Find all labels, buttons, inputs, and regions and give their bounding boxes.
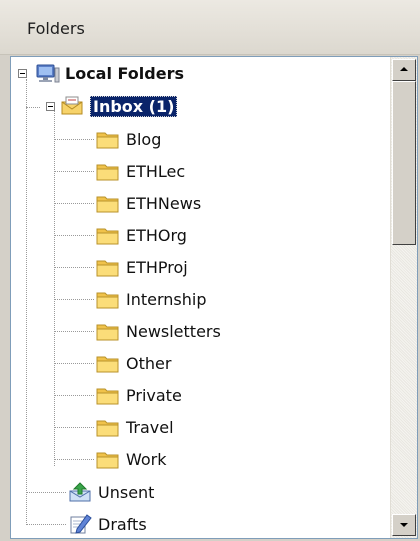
tree-item-newsletters[interactable]: Newsletters — [95, 317, 221, 345]
outbox-icon — [69, 482, 91, 502]
collapse-local-folders-button[interactable] — [18, 69, 27, 78]
tree-item-label: Other — [126, 353, 172, 373]
tree-item-inbox[interactable]: Inbox (1) — [59, 92, 178, 120]
collapse-inbox-button[interactable] — [46, 102, 55, 111]
tree-item-unsent[interactable]: Unsent — [67, 478, 154, 506]
tree-item-label: ETHProj — [126, 257, 188, 277]
folder-icon — [95, 128, 121, 150]
tree-branch — [54, 459, 94, 460]
folders-header: Folders — [0, 0, 420, 55]
tree-item-ethproj[interactable]: ETHProj — [95, 253, 188, 281]
tree-item-blog[interactable]: Blog — [95, 125, 161, 153]
tree-item-work[interactable]: Work — [95, 445, 167, 473]
tree-branch — [54, 139, 94, 140]
tree-item-other[interactable]: Other — [95, 349, 171, 377]
tree-item-label: ETHOrg — [126, 225, 187, 245]
tree-item-label: Blog — [126, 129, 162, 149]
tree-item-private[interactable]: Private — [95, 381, 182, 409]
tree-branch — [54, 395, 94, 396]
tree-branch-drafts — [26, 524, 66, 525]
tree-branch — [54, 235, 94, 236]
tree-item-label: Unsent — [98, 482, 155, 502]
tree-line-root — [26, 79, 27, 525]
folders-header-title: Folders — [27, 19, 85, 38]
tree-branch — [54, 331, 94, 332]
folder-tree-pane: Local Folders Inbox (1) Blog ETHLec ETHN… — [10, 56, 418, 539]
tree-item-label: Travel — [126, 417, 174, 437]
tree-branch — [54, 363, 94, 364]
tree-branch — [54, 267, 94, 268]
tree-item-drafts[interactable]: Drafts — [67, 510, 147, 538]
tree-branch — [54, 299, 94, 300]
folder-icon — [95, 384, 121, 406]
tree-item-label: Inbox (1) — [90, 95, 178, 117]
tree-item-label: Private — [126, 385, 182, 405]
scrollbar-thumb[interactable] — [392, 81, 416, 245]
tree-item-local-folders[interactable]: Local Folders — [34, 59, 184, 87]
tree-item-label: Internship — [126, 289, 207, 309]
tree-item-label: ETHLec — [126, 161, 186, 181]
folder-icon — [95, 224, 121, 246]
tree-item-internship[interactable]: Internship — [95, 285, 207, 313]
folder-icon — [95, 416, 121, 438]
tree-item-label: Work — [126, 449, 167, 469]
folder-icon — [95, 192, 121, 214]
folder-icon — [95, 352, 121, 374]
tree-item-label: Newsletters — [126, 321, 221, 341]
tree-branch-unsent — [26, 492, 66, 493]
tree-item-label: Local Folders — [65, 63, 184, 83]
tree-branch — [54, 427, 94, 428]
tree-item-label: ETHNews — [126, 193, 202, 213]
tree-branch — [54, 203, 94, 204]
tree-item-ethlec[interactable]: ETHLec — [95, 157, 185, 185]
scroll-down-button[interactable] — [392, 514, 416, 536]
tree-branch — [54, 171, 94, 172]
scroll-up-button[interactable] — [392, 59, 416, 81]
arrow-down-icon — [400, 523, 408, 527]
computer-icon — [36, 64, 60, 83]
folder-icon — [95, 320, 121, 342]
vertical-scrollbar[interactable] — [390, 57, 417, 538]
folder-icon — [95, 448, 121, 470]
arrow-up-icon — [400, 67, 408, 71]
tree-item-ethnews[interactable]: ETHNews — [95, 189, 201, 217]
tree-branch-inbox — [26, 107, 40, 108]
drafts-icon — [70, 514, 92, 534]
tree-line-inbox — [54, 110, 55, 466]
tree-item-ethorg[interactable]: ETHOrg — [95, 221, 187, 249]
folder-tree: Local Folders Inbox (1) Blog ETHLec ETHN… — [11, 57, 391, 538]
tree-item-travel[interactable]: Travel — [95, 413, 174, 441]
folder-icon — [95, 288, 121, 310]
folder-icon — [95, 160, 121, 182]
tree-item-label: Drafts — [98, 514, 147, 534]
folder-icon — [95, 256, 121, 278]
inbox-icon — [61, 96, 83, 115]
